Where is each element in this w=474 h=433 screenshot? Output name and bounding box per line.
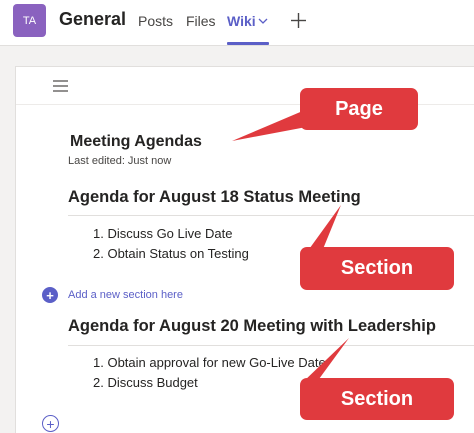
- tab-posts[interactable]: Posts: [138, 13, 173, 29]
- list-item[interactable]: 2. Discuss Budget: [93, 373, 326, 393]
- last-edited-text: Last edited: Just now: [68, 155, 172, 167]
- section-divider: [68, 215, 474, 216]
- team-avatar[interactable]: TA: [13, 4, 46, 37]
- add-section-label[interactable]: Add a new section here: [68, 289, 183, 301]
- section-callout: Section: [300, 378, 454, 420]
- tab-wiki[interactable]: Wiki: [227, 13, 256, 29]
- list-item[interactable]: 1. Discuss Go Live Date: [93, 224, 249, 244]
- section-list: 1. Obtain approval for new Go-Live Date …: [93, 353, 326, 393]
- plus-icon[interactable]: [290, 12, 307, 29]
- section-heading[interactable]: Agenda for August 20 Meeting with Leader…: [68, 317, 436, 336]
- section-callout: Section: [300, 247, 454, 290]
- page-callout: Page: [300, 88, 418, 130]
- add-circle-icon[interactable]: +: [42, 287, 58, 303]
- channel-header: TA General Posts Files Wiki: [0, 0, 474, 46]
- add-section-button[interactable]: + Add a new section here: [42, 287, 183, 303]
- section-heading[interactable]: Agenda for August 18 Status Meeting: [68, 188, 361, 207]
- section-divider: [68, 345, 474, 346]
- list-item[interactable]: 2. Obtain Status on Testing: [93, 244, 249, 264]
- tab-files[interactable]: Files: [186, 13, 216, 29]
- list-item[interactable]: 1. Obtain approval for new Go-Live Date: [93, 353, 326, 373]
- hamburger-icon[interactable]: [53, 80, 68, 92]
- add-section-icon[interactable]: +: [42, 415, 59, 432]
- page-title[interactable]: Meeting Agendas: [70, 133, 202, 151]
- section-list: 1. Discuss Go Live Date 2. Obtain Status…: [93, 224, 249, 264]
- active-tab-indicator: [227, 42, 269, 45]
- chevron-down-icon[interactable]: [257, 15, 269, 27]
- channel-title: General: [59, 9, 127, 29]
